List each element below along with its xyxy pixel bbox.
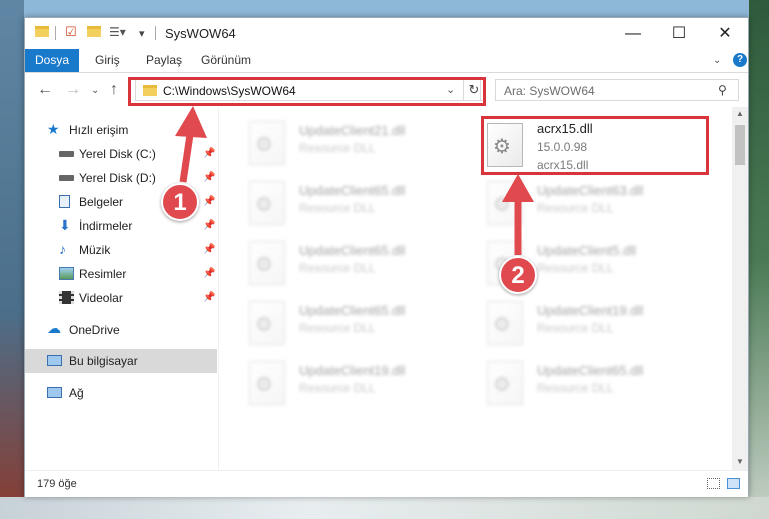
step-badge-1: 1 bbox=[161, 183, 199, 221]
annotation-arrows bbox=[175, 106, 534, 255]
step-badge-2: 2 bbox=[499, 256, 537, 294]
arrow-1 bbox=[175, 106, 207, 183]
arrow-2 bbox=[502, 174, 534, 255]
arrow-1-head bbox=[175, 106, 207, 138]
arrow-2-head bbox=[502, 174, 534, 202]
